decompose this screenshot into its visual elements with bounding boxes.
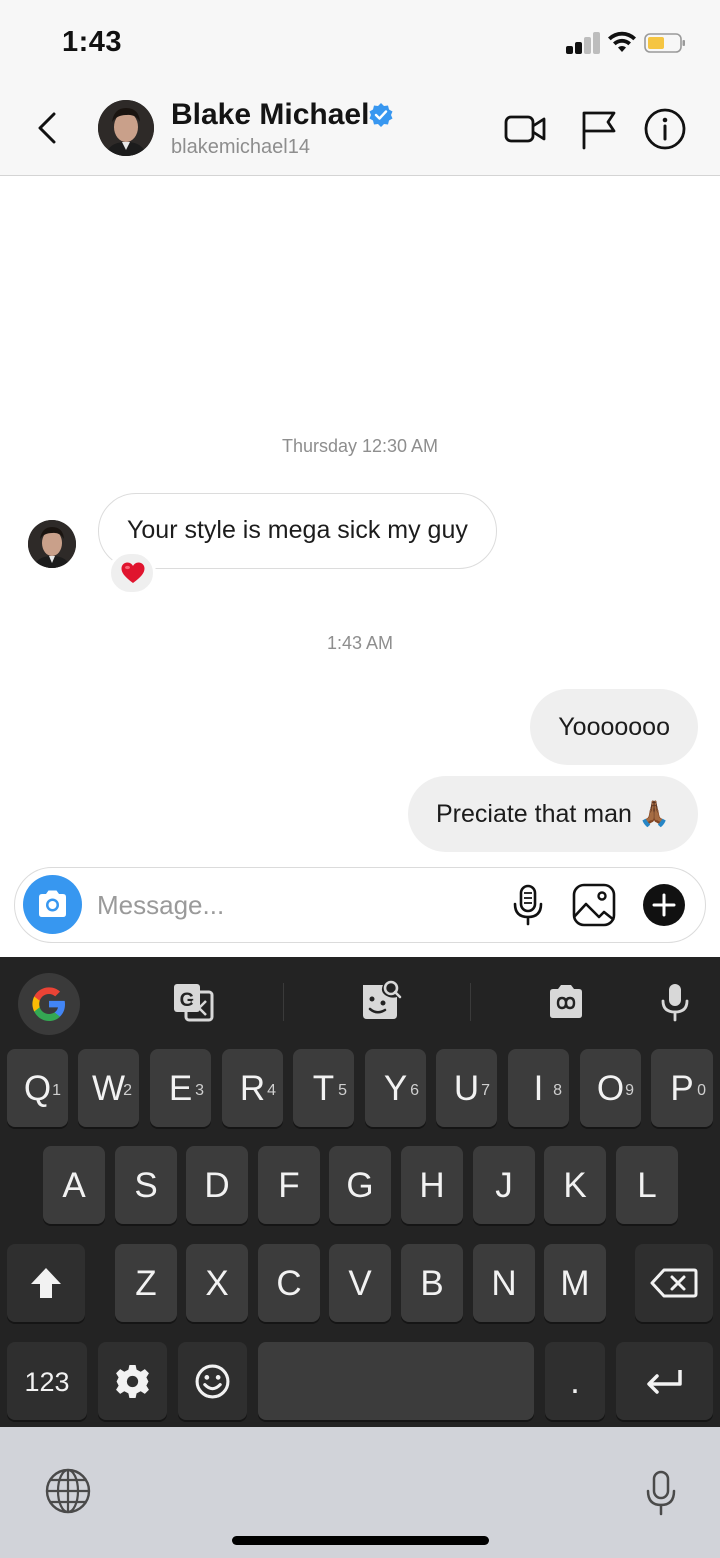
emoji-icon — [195, 1364, 230, 1399]
key-a[interactable]: A — [43, 1146, 105, 1224]
key-c[interactable]: C — [258, 1244, 320, 1322]
key-r[interactable]: 4R — [222, 1049, 283, 1127]
microphone-icon[interactable] — [505, 882, 551, 928]
key-i[interactable]: 8I — [508, 1049, 569, 1127]
message-composer — [14, 867, 706, 943]
key-hint: 6 — [410, 1082, 419, 1099]
contact-username[interactable]: blakemichael14 — [171, 136, 310, 159]
svg-text:G: G — [180, 990, 195, 1011]
shift-icon — [31, 1268, 61, 1298]
key-hint: 5 — [338, 1082, 347, 1099]
battery-icon — [644, 33, 685, 53]
outgoing-message-bubble[interactable]: Yooooooo — [530, 689, 698, 765]
key-hint: 9 — [625, 1082, 634, 1099]
sender-avatar[interactable] — [28, 520, 76, 568]
system-bottom-bar — [0, 1427, 720, 1558]
key-k[interactable]: K — [544, 1146, 606, 1224]
message-timestamp: 1:43 AM — [326, 633, 394, 653]
key-s[interactable]: S — [115, 1146, 177, 1224]
info-icon[interactable] — [642, 106, 688, 152]
voice-icon[interactable] — [650, 977, 700, 1027]
key-hint: 2 — [123, 1082, 132, 1099]
outgoing-message-bubble[interactable]: Preciate that man 🙏🏾 — [407, 776, 698, 852]
space-key[interactable] — [258, 1342, 534, 1420]
key-e[interactable]: 3E — [150, 1049, 211, 1127]
key-hint: 3 — [195, 1082, 204, 1099]
translate-icon[interactable]: G — [168, 977, 218, 1027]
backspace-icon — [650, 1268, 698, 1298]
camera-icon — [39, 890, 66, 917]
gear-icon — [116, 1365, 149, 1398]
key-f[interactable]: F — [258, 1146, 320, 1224]
key-p[interactable]: 0P — [651, 1049, 713, 1127]
avatar[interactable] — [98, 100, 154, 156]
contact-name[interactable]: Blake Michael — [171, 98, 369, 132]
microphone-icon[interactable] — [644, 1469, 678, 1517]
video-call-icon[interactable] — [502, 106, 548, 152]
google-icon — [32, 987, 65, 1021]
gallery-icon[interactable] — [571, 882, 617, 928]
key-hint: 0 — [697, 1082, 706, 1099]
key-hint: 4 — [267, 1082, 276, 1099]
toolbar-divider — [470, 983, 471, 1021]
camera-button[interactable] — [23, 875, 82, 934]
incoming-message-bubble[interactable]: Your style is mega sick my guy — [98, 493, 497, 569]
key-w[interactable]: 2W — [78, 1049, 139, 1127]
heart-reaction[interactable] — [108, 551, 156, 595]
key-t[interactable]: 5T — [293, 1049, 354, 1127]
numbers-key[interactable]: 123 — [7, 1342, 87, 1420]
key-x[interactable]: X — [186, 1244, 248, 1322]
key-h[interactable]: H — [401, 1146, 463, 1224]
keyboard: G 1Q 2W 3E 4R 5T 6Y 7U 8I 9O 0P A S D F … — [0, 957, 720, 1427]
key-y[interactable]: 6Y — [365, 1049, 426, 1127]
key-j[interactable]: J — [473, 1146, 535, 1224]
key-u[interactable]: 7U — [436, 1049, 497, 1127]
verified-badge-icon — [369, 103, 393, 127]
enter-key[interactable] — [616, 1342, 713, 1420]
status-time: 1:43 — [62, 26, 123, 58]
key-m[interactable]: M — [544, 1244, 606, 1322]
backspace-key[interactable] — [635, 1244, 713, 1322]
key-q[interactable]: 1Q — [7, 1049, 68, 1127]
key-d[interactable]: D — [186, 1146, 248, 1224]
settings-key[interactable] — [98, 1342, 167, 1420]
key-b[interactable]: B — [401, 1244, 463, 1322]
key-o[interactable]: 9O — [580, 1049, 641, 1127]
google-button[interactable] — [18, 973, 80, 1035]
key-g[interactable]: G — [329, 1146, 391, 1224]
cellular-signal-icon — [566, 32, 602, 54]
globe-icon[interactable] — [44, 1467, 92, 1515]
emoji-key[interactable] — [178, 1342, 247, 1420]
enter-icon — [647, 1370, 682, 1394]
message-timestamp: Thursday 12:30 AM — [281, 436, 439, 456]
back-icon[interactable] — [32, 108, 66, 148]
gif-icon[interactable] — [541, 977, 591, 1027]
key-hint: 7 — [481, 1082, 490, 1099]
plus-icon[interactable] — [641, 882, 687, 928]
home-indicator[interactable] — [232, 1536, 489, 1545]
chat-header: Blake Michael blakemichael14 — [0, 86, 720, 176]
period-key[interactable]: . — [545, 1342, 605, 1420]
message-input[interactable] — [97, 882, 497, 928]
status-bar: 1:43 — [0, 0, 720, 86]
keyboard-toolbar: G — [0, 957, 720, 1047]
toolbar-divider — [283, 983, 284, 1021]
sticker-icon[interactable] — [355, 977, 405, 1027]
key-hint: 1 — [52, 1082, 61, 1099]
shift-key[interactable] — [7, 1244, 85, 1322]
heart-icon — [121, 562, 145, 583]
key-hint: 8 — [553, 1082, 562, 1099]
key-l[interactable]: L — [616, 1146, 678, 1224]
key-v[interactable]: V — [329, 1244, 391, 1322]
flag-icon[interactable] — [576, 106, 622, 152]
wifi-icon — [608, 31, 636, 52]
key-n[interactable]: N — [473, 1244, 535, 1322]
key-z[interactable]: Z — [115, 1244, 177, 1322]
